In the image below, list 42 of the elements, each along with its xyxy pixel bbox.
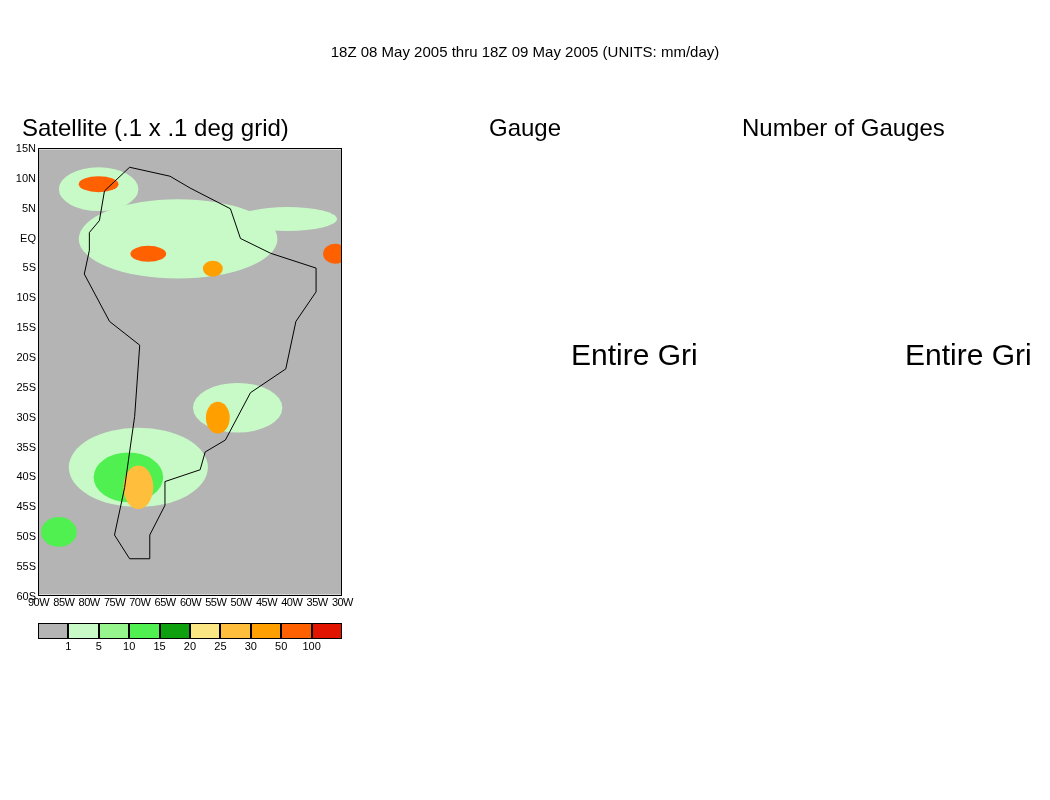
latitude-label: 30S: [16, 410, 36, 423]
longitude-label: 60W: [178, 596, 203, 608]
no-data-message: Entire Gri: [571, 340, 698, 370]
legend-label: 50: [275, 640, 288, 652]
longitude-label: 50W: [229, 596, 253, 608]
legend-label: 10: [123, 640, 136, 652]
longitude-label: 65W: [153, 596, 177, 608]
latitude-label: 15N: [15, 142, 36, 154]
legend-label: 1: [65, 640, 72, 652]
latitude-label: 10N: [15, 171, 36, 184]
latitude-label: 5N: [21, 201, 36, 214]
panel-title: Number of Gauges: [742, 116, 945, 140]
longitude-label: 40W: [280, 596, 304, 608]
latitude-label: 40S: [16, 470, 36, 483]
panel-title: Gauge: [489, 116, 562, 140]
panel-title: Satellite (.1 x .1 deg grid): [22, 116, 290, 140]
longitude-label: 85W: [52, 596, 76, 608]
legend-label: 20: [183, 640, 197, 652]
legend-label: 25: [214, 640, 227, 652]
latitude-label: 20S: [16, 351, 36, 363]
latitude-label: EQ: [20, 231, 36, 244]
legend-label: 15: [153, 640, 166, 652]
no-data-message: Entire Gri: [905, 340, 1032, 370]
latitude-label: 50S: [16, 530, 36, 543]
latitude-label: 15S: [16, 321, 36, 334]
latitude-label: 10S: [16, 291, 36, 304]
longitude-label: 30W: [330, 596, 355, 608]
latitude-label: 55S: [16, 560, 36, 573]
latitude-label: 25S: [16, 380, 36, 393]
longitude-label: 70W: [128, 596, 152, 608]
longitude-label: 75W: [102, 596, 127, 608]
legend-label: 100: [302, 640, 321, 652]
chart-title: 18Z 08 May 2005 thru 18Z 09 May 2005 (UNITS: mm/day): [330, 44, 720, 59]
latitude-label: 45S: [16, 500, 36, 513]
longitude-label: 80W: [77, 596, 101, 608]
latitude-label: 35S: [16, 440, 36, 453]
longitude-label: 35W: [305, 596, 329, 608]
legend-label: 5: [95, 640, 102, 652]
longitude-label: 45W: [254, 596, 279, 608]
latitude-label: 5S: [22, 261, 36, 274]
legend-label: 30: [244, 640, 257, 652]
longitude-label: 55W: [204, 596, 228, 608]
